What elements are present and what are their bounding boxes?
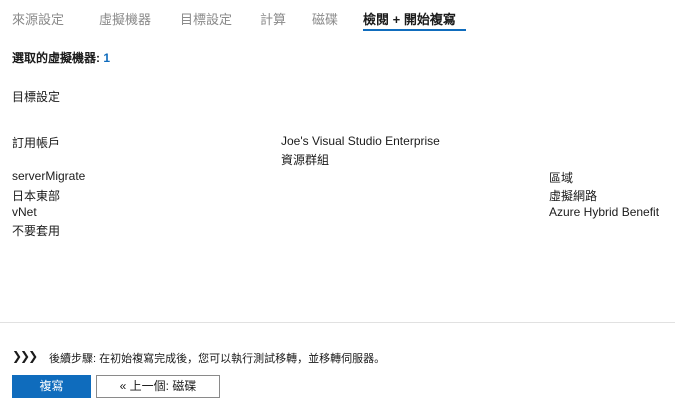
tab-target-settings[interactable]: 目標設定: [180, 9, 232, 28]
selected-vms-count: 1: [103, 51, 111, 65]
tab-source-settings[interactable]: 來源設定: [12, 9, 64, 28]
selected-vms-summary: 選取的虛擬機器: 1: [12, 49, 110, 66]
azure-hybrid-benefit-value: 不要套用: [12, 224, 61, 238]
tab-virtual-machines[interactable]: 虛擬機器: [99, 9, 151, 28]
footer-divider: [0, 322, 675, 323]
region-label: 區域: [549, 171, 574, 185]
next-steps-text: 後續步驟: 在初始複寫完成後，您可以執行測試移轉，並移轉伺服器。: [49, 353, 386, 365]
subscription-label: 訂用帳戶: [12, 136, 61, 150]
previous-disks-button[interactable]: « 上一個: 磁碟: [96, 375, 220, 398]
active-tab-indicator: [363, 29, 466, 31]
tab-review-start-replication[interactable]: 檢閱 + 開始複寫: [363, 9, 456, 28]
tab-disks[interactable]: 磁碟: [312, 9, 338, 28]
replicate-button[interactable]: 複寫: [12, 375, 91, 398]
region-value: 日本東部: [12, 189, 61, 203]
selected-vms-label: 選取的虛擬機器:: [12, 51, 100, 65]
virtual-network-label: 虛擬網路: [549, 189, 598, 203]
virtual-network-value: vNet: [12, 205, 37, 219]
resource-group-label: 資源群組: [281, 153, 330, 167]
chevron-right-icon: ❯❯❯: [12, 349, 38, 363]
resource-group-value: serverMigrate: [12, 169, 86, 183]
tab-compute[interactable]: 計算: [260, 9, 286, 28]
subscription-value: Joe's Visual Studio Enterprise: [281, 134, 440, 148]
azure-hybrid-benefit-label: Azure Hybrid Benefit: [549, 205, 660, 219]
section-title: 目標設定: [12, 90, 61, 104]
wizard-tabs: 來源設定 虛擬機器 目標設定 計算 磁碟 檢閱 + 開始複寫: [0, 0, 675, 34]
